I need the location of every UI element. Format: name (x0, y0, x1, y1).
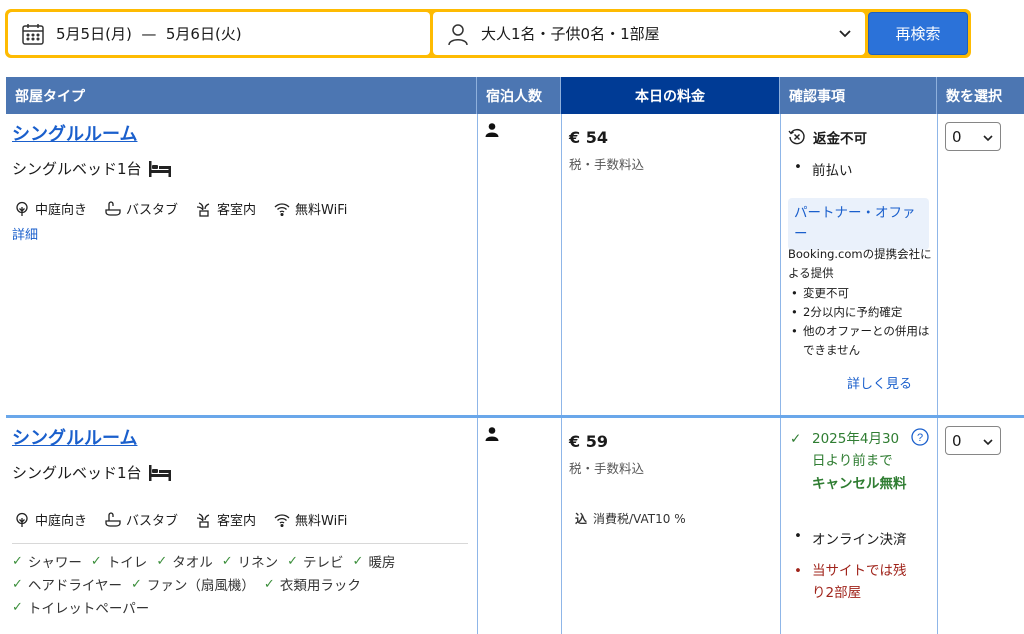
tree-icon (16, 201, 28, 216)
payment-method: • 前払い (794, 159, 853, 179)
person-outline-icon (445, 21, 471, 47)
table-row: シングルルーム シングルベッド1台 中庭向き バスタブ 客室内 (6, 114, 1024, 414)
cancel-free-label: キャンセル無料 (812, 475, 907, 492)
chevron-down-icon (983, 135, 993, 142)
check-icon: ✓ (156, 553, 168, 569)
vat-included-mark: 込 (575, 512, 588, 526)
facility-courtyard: 中庭向き (14, 510, 87, 529)
header-select: 数を選択 (937, 77, 1024, 114)
amenity-list: ✓ シャワー ✓ トイレ ✓ タオル ✓ リネン ✓ テレビ ✓ 暖房 (12, 551, 404, 572)
non-refundable-icon (788, 128, 805, 145)
table-row: シングルルーム シングルベッド1台 中庭向き バスタブ 客室内 (6, 418, 1024, 634)
cancel-deadline: 2025年4月30日より前まで (812, 431, 900, 470)
vat-info: 込 消費税/VAT10 % (575, 512, 686, 526)
check-icon: ✓ (790, 431, 802, 447)
room-quantity-select[interactable]: 0 (945, 426, 1001, 455)
room-table: 部屋タイプ 宿泊人数 本日の料金 確認事項 数を選択 シングルルーム シングルベ… (6, 77, 1024, 634)
list-item: 変更不可 (788, 284, 933, 303)
bed-icon (148, 464, 171, 481)
bed-icon (148, 160, 171, 177)
calendar-icon (20, 21, 46, 47)
bed-text: シングルベッド1台 (12, 160, 142, 178)
list-item: 2分以内に予約確定 (788, 303, 933, 322)
header-room-type: 部屋タイプ (6, 77, 477, 114)
amenity-item: ✓ トイレットペーパー (12, 599, 150, 618)
partner-offer-badge[interactable]: パートナー・オファー (788, 198, 929, 250)
table-header: 部屋タイプ 宿泊人数 本日の料金 確認事項 数を選択 (6, 77, 1024, 114)
wifi-icon (274, 513, 290, 527)
check-icon: ✓ (352, 553, 364, 569)
amenity-item: ✓ トイレ (90, 553, 148, 572)
free-cancellation-info: ✓ 2025年4月30日より前まで キャンセル無料 (788, 428, 908, 495)
facility-wifi: 無料WiFi (274, 199, 347, 218)
search-again-button[interactable]: 再検索 (868, 12, 968, 55)
facility-wifi: 無料WiFi (274, 510, 347, 529)
chevron-down-icon (839, 30, 851, 38)
facility-list: 中庭向き バスタブ 客室内 無料WiFi (14, 199, 365, 218)
plant-icon (197, 201, 210, 217)
amenity-item: ✓ タオル (156, 553, 213, 572)
facility-bathtub: バスタブ (105, 199, 178, 218)
tree-icon (16, 512, 28, 527)
amenity-item: ✓ リネン (221, 553, 279, 572)
chevron-down-icon (983, 439, 993, 446)
guest-summary-text: 大人1名・子供0名・1部屋 (481, 25, 660, 43)
check-icon: ✓ (131, 576, 142, 592)
person-icon (485, 123, 499, 137)
see-more-link[interactable]: 詳しく見る (847, 373, 912, 392)
facility-list: 中庭向き バスタブ 客室内 無料WiFi (14, 510, 365, 529)
amenity-item: ✓ ファン（扇風機） (131, 576, 255, 595)
wifi-icon (274, 202, 290, 216)
date-picker-field[interactable]: 5月5日(月) — 5月6日(火) (8, 12, 430, 55)
payment-method: • オンライン決済 (794, 528, 907, 548)
amenity-item: ✓ ヘアドライヤー (12, 576, 123, 595)
check-icon: ✓ (221, 553, 233, 569)
room-name-link[interactable]: シングルルーム (12, 120, 137, 146)
amenity-item: ✓ 暖房 (352, 553, 396, 572)
price-value: € 54 (569, 128, 608, 147)
facility-in-room: 客室内 (196, 199, 256, 218)
svg-text:?: ? (917, 432, 923, 444)
price-value: € 59 (569, 432, 608, 451)
bathtub-icon (105, 511, 121, 527)
list-item: 他のオファーとの併用はできません (788, 322, 933, 360)
partner-description: Booking.comの提携会社による提供 (788, 247, 932, 280)
facility-bathtub: バスタブ (105, 510, 178, 529)
room-name-link[interactable]: シングルルーム (12, 424, 137, 450)
bed-info: シングルベッド1台 (12, 462, 172, 483)
details-link[interactable]: 詳細 (12, 224, 38, 243)
guest-selector-field[interactable]: 大人1名・子供0名・1部屋 (433, 12, 865, 55)
amenity-item: ✓ テレビ (287, 553, 344, 572)
amenity-divider (12, 543, 468, 544)
room-quantity-select[interactable]: 0 (945, 122, 1001, 151)
policy-title: 返金不可 (788, 127, 867, 147)
bathtub-icon (105, 200, 121, 216)
check-icon: ✓ (263, 576, 275, 592)
check-icon: ✓ (287, 553, 299, 569)
header-occupancy: 宿泊人数 (477, 77, 561, 114)
check-icon: ✓ (12, 599, 23, 615)
check-icon: ✓ (12, 576, 23, 592)
header-price: 本日の料金 (561, 77, 780, 114)
amenity-list: ✓ ヘアドライヤー ✓ ファン（扇風機） ✓ 衣類用ラック (12, 574, 370, 595)
search-bar: 5月5日(月) — 5月6日(火) 大人1名・子供0名・1部屋 再検索 (5, 9, 971, 58)
check-icon: ✓ (12, 553, 23, 569)
person-icon (485, 427, 499, 441)
bed-info: シングルベッド1台 (12, 158, 172, 179)
check-icon: ✓ (90, 553, 102, 569)
price-note: 税・手数料込 (569, 461, 645, 476)
amenity-list: ✓ トイレットペーパー (12, 597, 158, 618)
price-note: 税・手数料込 (569, 157, 645, 172)
facility-courtyard: 中庭向き (14, 199, 87, 218)
rooms-left-warning: • 当サイトでは残り2部屋 (794, 563, 907, 602)
amenity-item: ✓ 衣類用ラック (263, 576, 361, 595)
facility-in-room: 客室内 (196, 510, 256, 529)
header-conditions: 確認事項 (780, 77, 937, 114)
bed-text: シングルベッド1台 (12, 464, 142, 482)
plant-icon (197, 512, 210, 528)
partner-points: 変更不可 2分以内に予約確定 他のオファーとの併用はできません (788, 284, 933, 360)
date-range-text: 5月5日(月) — 5月6日(火) (56, 25, 242, 43)
amenity-item: ✓ シャワー (12, 553, 82, 572)
help-icon[interactable]: ? (911, 428, 929, 446)
